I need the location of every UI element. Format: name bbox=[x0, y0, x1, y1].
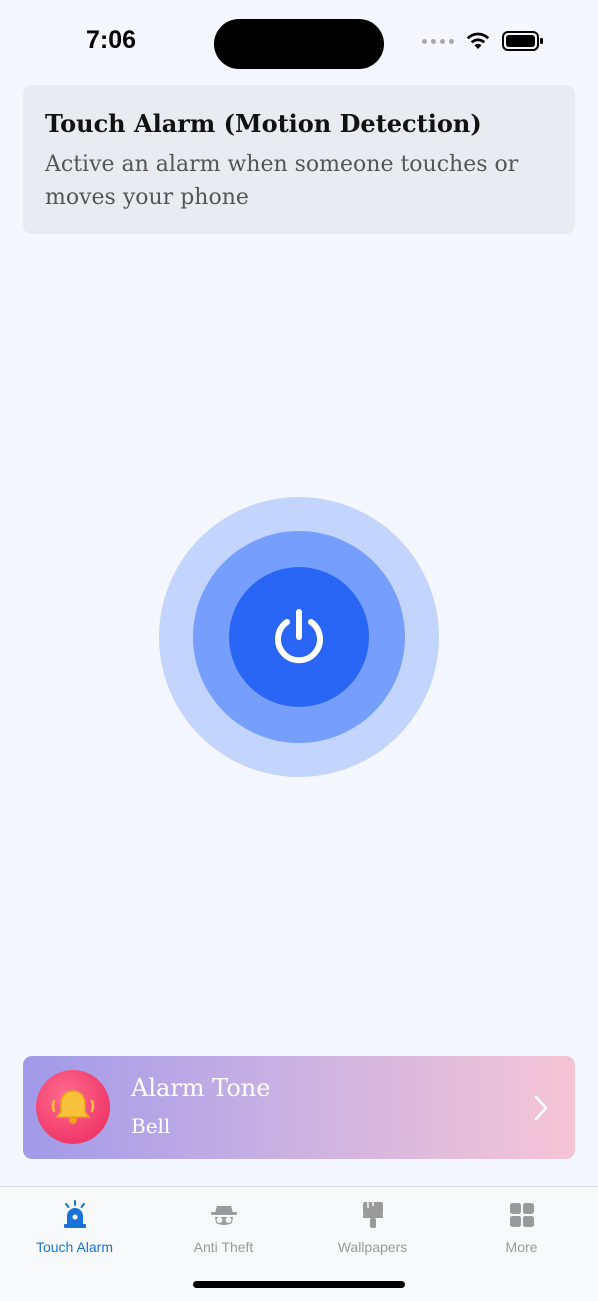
power-toggle-button[interactable] bbox=[229, 567, 369, 707]
chevron-right-icon bbox=[534, 1095, 548, 1121]
grid-icon bbox=[506, 1199, 538, 1231]
home-indicator bbox=[193, 1281, 405, 1288]
paint-brush-icon bbox=[357, 1199, 389, 1231]
spy-icon bbox=[208, 1199, 240, 1231]
cellular-signal-icon bbox=[422, 38, 454, 44]
battery-icon bbox=[502, 31, 543, 51]
status-bar: 7:06 bbox=[0, 0, 598, 88]
siren-icon bbox=[59, 1199, 91, 1231]
tab-more[interactable]: More bbox=[447, 1199, 596, 1255]
power-icon bbox=[275, 609, 323, 664]
status-icons bbox=[422, 30, 544, 52]
bell-icon bbox=[36, 1070, 110, 1144]
tab-wallpapers[interactable]: Wallpapers bbox=[298, 1199, 447, 1255]
alarm-tone-label: Alarm Tone bbox=[131, 1074, 271, 1102]
alarm-tone-value: Bell bbox=[131, 1114, 171, 1138]
status-time: 7:06 bbox=[86, 26, 137, 54]
tab-label: Anti Theft bbox=[193, 1239, 254, 1255]
tab-label: More bbox=[505, 1239, 538, 1255]
tab-label: Touch Alarm bbox=[35, 1239, 114, 1255]
page-title: Touch Alarm (Motion Detection) bbox=[45, 109, 482, 138]
page-description: Active an alarm when someone touches or … bbox=[45, 152, 519, 210]
info-card: Touch Alarm (Motion Detection) Active an… bbox=[23, 85, 575, 234]
tab-touch-alarm[interactable]: Touch Alarm bbox=[0, 1199, 149, 1255]
wifi-icon bbox=[466, 32, 490, 49]
tab-label: Wallpapers bbox=[337, 1239, 408, 1255]
tab-anti-theft[interactable]: Anti Theft bbox=[149, 1199, 298, 1255]
alarm-tone-card[interactable]: Alarm Tone Bell bbox=[23, 1056, 575, 1159]
dynamic-island bbox=[214, 19, 384, 69]
